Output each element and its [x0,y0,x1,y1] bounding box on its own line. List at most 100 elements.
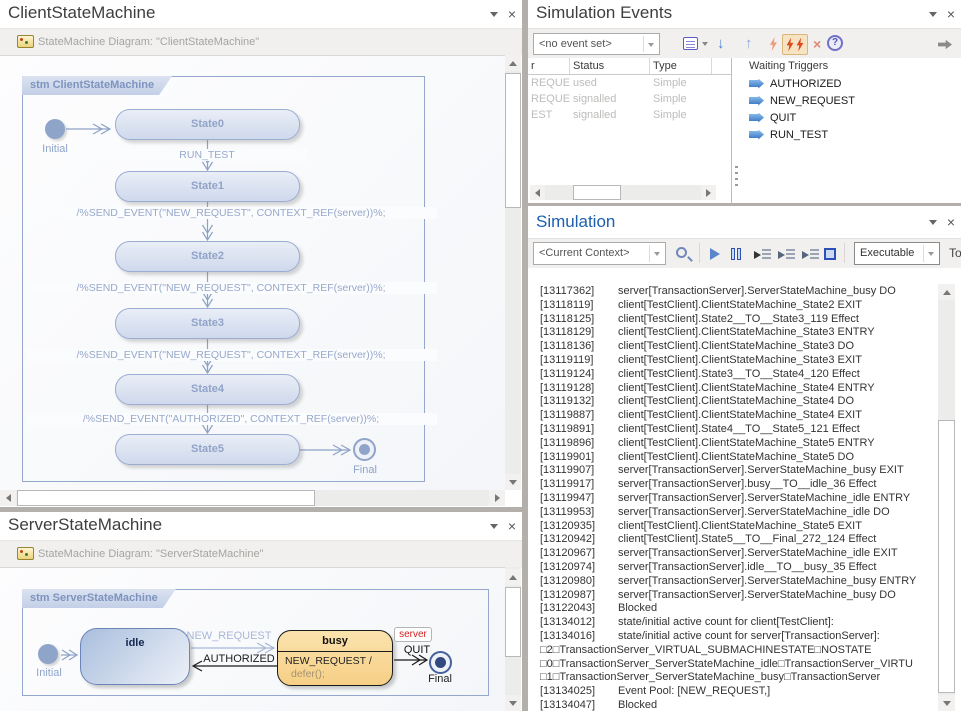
pause-icon[interactable] [731,248,741,260]
move-down-icon[interactable]: ↓ [717,36,725,51]
waiting-trigger-item[interactable]: QUIT [743,109,961,126]
event-table-hscrollbar[interactable] [530,185,716,200]
table-row[interactable]: REQUES signalled Simple [528,91,731,107]
client-horizontal-scrollbar[interactable] [0,490,505,506]
step-over-icon[interactable] [778,248,795,261]
log-line: □1□TransactionServer_ServerStateMachine_… [528,671,938,685]
scroll-down-button[interactable] [505,695,521,711]
close-icon[interactable]: × [508,519,516,533]
state-node[interactable]: State2 [115,241,300,272]
log-line: [13119917]server[TransactionServer].busy… [528,478,938,492]
final-node[interactable] [353,438,376,461]
initial-node[interactable] [45,119,65,139]
waiting-trigger-item[interactable]: RUN_TEST [743,126,961,143]
run-icon[interactable] [710,248,720,260]
server-diagram-canvas[interactable]: stm ServerStateMachine Initial idle busy [0,567,505,711]
transition-label[interactable]: /%SEND_EVENT("NEW_REQUEST", CONTEXT_REF(… [25,282,437,294]
scroll-left-button[interactable] [530,185,545,200]
splitter-handle[interactable] [735,166,738,188]
server-panel-titlebar: ServerStateMachine × [0,512,522,540]
event-table-header[interactable]: r Status Type [528,58,731,75]
chevron-down-icon[interactable] [702,42,708,46]
chevron-down-icon[interactable] [929,220,937,225]
transition-label[interactable]: RUN_TEST [107,149,307,161]
server-panel-subtitle-bar: StateMachine Diagram: "ServerStateMachin… [0,540,522,567]
transition-label-new-request[interactable]: NEW_REQUEST [186,630,272,642]
chevron-down-icon[interactable] [490,524,498,529]
scrollbar-thumb[interactable] [505,587,521,657]
waiting-trigger-item[interactable]: AUTHORIZED [743,75,961,92]
waiting-triggers-pane: Waiting Triggers AUTHORIZED NEW_REQUEST [743,58,961,203]
state-node[interactable]: State5 [115,434,300,465]
tools-label[interactable]: Tools [949,246,961,260]
client-vertical-scrollbar[interactable] [505,55,521,490]
server-statemachine-panel: ServerStateMachine × StateMachine Diagra… [0,512,522,711]
statemachine-diagram-icon [17,547,34,560]
state-node[interactable]: State0 [115,109,300,140]
log-line: [13118129]client[TestClient].ClientState… [528,326,938,340]
server-vertical-scrollbar[interactable] [505,567,521,711]
scroll-left-button[interactable] [0,490,16,506]
close-icon[interactable]: × [508,7,516,21]
scroll-down-button[interactable] [505,474,521,490]
step-into-icon[interactable] [754,248,771,261]
table-row[interactable]: REQUES used Simple [528,75,731,91]
log-line: [13118125]client[TestClient].State2__TO_… [528,313,938,327]
scrollbar-thumb[interactable] [938,420,955,693]
close-icon[interactable]: × [947,7,955,21]
context-combo[interactable]: <Current Context> [533,242,666,265]
scrollbar-thumb[interactable] [17,490,315,506]
close-icon[interactable]: × [947,215,955,229]
scroll-right-button[interactable] [489,490,505,506]
search-icon[interactable] [676,247,687,258]
forward-arrow-icon[interactable] [938,39,952,50]
state-node[interactable]: State4 [115,374,300,405]
scroll-down-button[interactable] [938,695,955,711]
sim-log-vscrollbar[interactable] [938,284,955,711]
state-node-busy[interactable]: busy NEW_REQUEST / defer(); [277,630,393,686]
events-panel-title: Simulation Events [536,3,672,23]
trigger-icon [749,79,764,89]
stop-icon[interactable] [824,248,836,260]
busy-internal-trigger: NEW_REQUEST / [278,652,392,667]
log-line: □2□TransactionServer_VIRTUAL_SUBMACHINES… [528,644,938,658]
chevron-down-icon[interactable] [490,12,498,17]
sim-panel-titlebar: Simulation × [528,206,961,238]
event-table[interactable]: r Status Type REQUES used Simple REQUES … [528,58,732,203]
state-node[interactable]: State1 [115,171,300,202]
log-line: [13119132]client[TestClient].ClientState… [528,395,938,409]
chevron-down-icon[interactable] [929,12,937,17]
state-node[interactable]: State3 [115,308,300,339]
scroll-up-button[interactable] [505,569,521,585]
event-list-icon[interactable] [683,37,698,50]
waiting-trigger-item[interactable]: NEW_REQUEST [743,92,961,109]
scrollbar-thumb[interactable] [505,73,521,208]
column-header-type[interactable]: Type [650,58,712,74]
step-out-icon[interactable] [802,248,819,261]
simulation-log[interactable]: [13117362]server[TransactionServer].Serv… [528,268,938,711]
multi-trigger-icon-selected[interactable] [782,34,808,55]
final-node[interactable] [429,651,452,674]
client-diagram-canvas[interactable]: stm ClientStateMachine State0State1State… [0,55,505,490]
transition-label[interactable]: /%SEND_EVENT("NEW_REQUEST", CONTEXT_REF(… [25,349,437,361]
scroll-up-button[interactable] [505,55,521,71]
help-icon[interactable]: ? [827,35,843,51]
single-trigger-icon[interactable] [769,37,778,51]
delete-icon[interactable]: × [813,37,821,51]
move-up-icon[interactable]: ↑ [745,36,753,51]
scroll-up-button[interactable] [938,284,955,300]
table-row[interactable]: EST signalled Simple [528,107,731,123]
mode-combo[interactable]: Executable [854,242,940,265]
scrollbar-thumb[interactable] [573,185,621,200]
initial-node[interactable] [38,644,58,664]
log-line: [13119953]server[TransactionServer].Serv… [528,506,938,520]
transition-label[interactable]: /%SEND_EVENT("AUTHORIZED", CONTEXT_REF(s… [25,413,437,425]
column-header-status[interactable]: Status [570,58,650,74]
column-header-trigger[interactable]: r [528,58,570,74]
transition-label-quit[interactable]: QUIT [398,644,436,656]
transition-label[interactable]: /%SEND_EVENT("NEW_REQUEST", CONTEXT_REF(… [25,207,437,219]
event-set-combo[interactable]: <no event set> [533,33,660,55]
state-node-idle[interactable]: idle [80,628,190,685]
scroll-right-button[interactable] [701,185,716,200]
transition-label-authorized[interactable]: AUTHORIZED [198,653,280,665]
